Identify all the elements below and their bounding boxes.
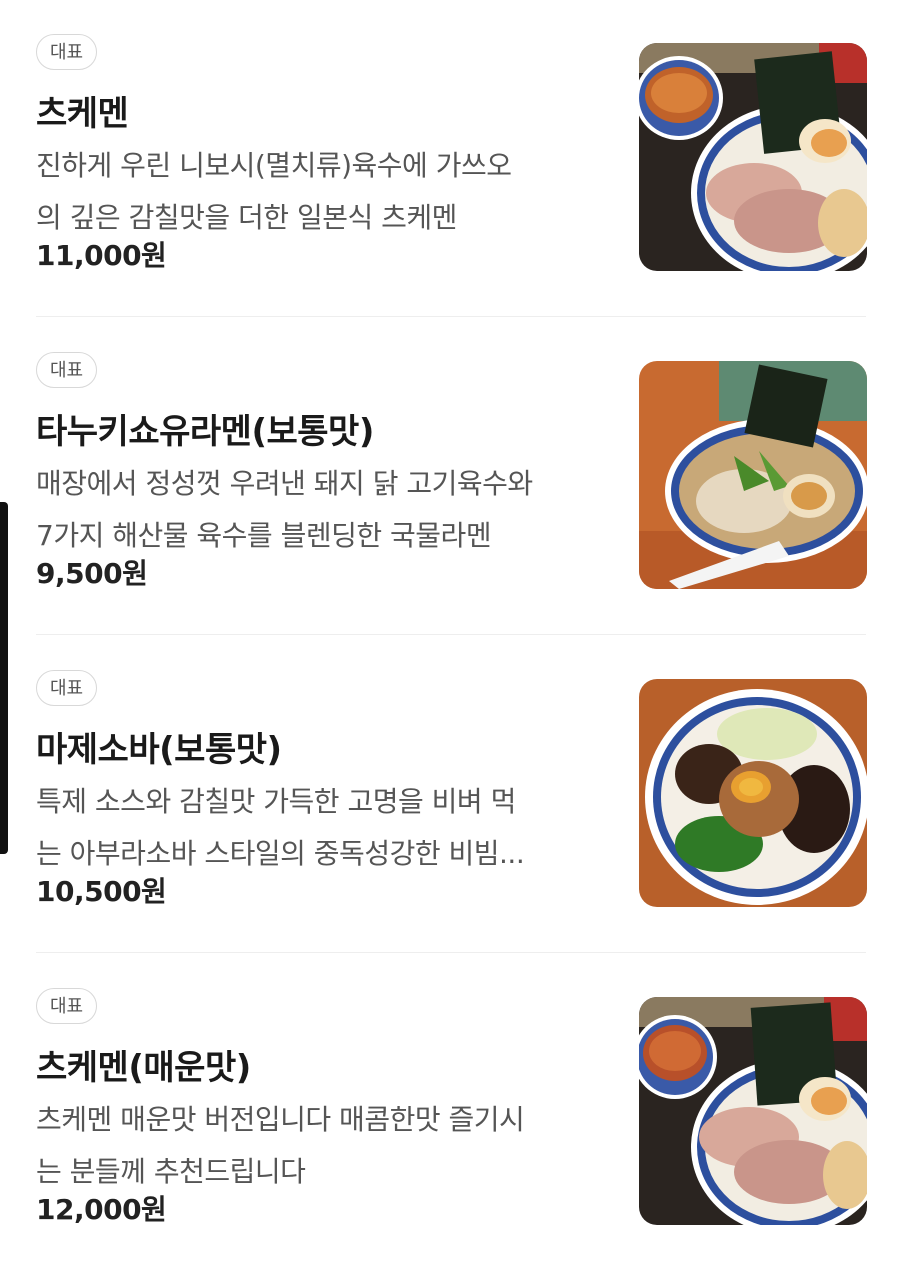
description-line: 특제 소스와 감칠맛 가득한 고명을 비벼 먹 [36, 785, 516, 818]
description-line: 매장에서 정성껏 우려낸 돼지 닭 고기육수와 [36, 467, 533, 500]
menu-item-description: 매장에서 정성껏 우려낸 돼지 닭 고기육수와 7가지 해산물 육수를 블렌딩한… [36, 458, 596, 562]
menu-item-photo[interactable] [639, 679, 867, 907]
menu-item-mazesoba[interactable]: 대표 마제소바(보통맛) 특제 소스와 감칠맛 가득한 고명을 비벼 먹 는 아… [36, 670, 867, 910]
divider [36, 316, 866, 317]
menu-item-name: 타누키쇼유라멘(보통맛) [36, 412, 374, 452]
menu-item-tsukemen-spicy[interactable]: 대표 츠케멘(매운맛) 츠케멘 매운맛 버전입니다 매콤한맛 즐기시 는 분들께… [36, 988, 867, 1228]
menu-item-name: 츠케멘 [36, 94, 129, 134]
menu-item-price: 10,500원 [36, 875, 167, 908]
menu-item-price: 9,500원 [36, 557, 148, 590]
menu-item-price: 11,000원 [36, 239, 167, 272]
menu-item-description: 특제 소스와 감칠맛 가득한 고명을 비벼 먹 는 아부라소바 스타일의 중독성… [36, 776, 596, 880]
signature-badge: 대표 [36, 670, 98, 706]
menu-item-name: 마제소바(보통맛) [36, 730, 282, 770]
menu-item-photo[interactable] [639, 361, 867, 589]
menu-item-description: 진하게 우린 니보시(멸치류)육수에 가쓰오 의 깊은 감칠맛을 더한 일본식 … [36, 140, 596, 244]
menu-item-tanuki-shoyu-ramen[interactable]: 대표 타누키쇼유라멘(보통맛) 매장에서 정성껏 우려낸 돼지 닭 고기육수와 … [36, 352, 867, 592]
menu-item-description: 츠케멘 매운맛 버전입니다 매콤한맛 즐기시 는 분들께 추천드립니다 [36, 1094, 596, 1198]
menu-item-name: 츠케멘(매운맛) [36, 1048, 251, 1088]
menu-item-photo[interactable] [639, 997, 867, 1225]
divider [36, 952, 866, 953]
menu-item-price: 12,000원 [36, 1193, 167, 1226]
menu-item-photo[interactable] [639, 43, 867, 271]
menu-item-tsukemen[interactable]: 대표 츠케멘 진하게 우린 니보시(멸치류)육수에 가쓰오 의 깊은 감칠맛을 … [36, 34, 867, 274]
description-line: 진하게 우린 니보시(멸치류)육수에 가쓰오 [36, 149, 512, 182]
menu-list: 대표 츠케멘 진하게 우린 니보시(멸치류)육수에 가쓰오 의 깊은 감칠맛을 … [0, 0, 900, 1268]
description-line: 츠케멘 매운맛 버전입니다 매콤한맛 즐기시 [36, 1103, 525, 1136]
signature-badge: 대표 [36, 34, 98, 70]
signature-badge: 대표 [36, 352, 98, 388]
signature-badge: 대표 [36, 988, 98, 1024]
divider [36, 634, 866, 635]
